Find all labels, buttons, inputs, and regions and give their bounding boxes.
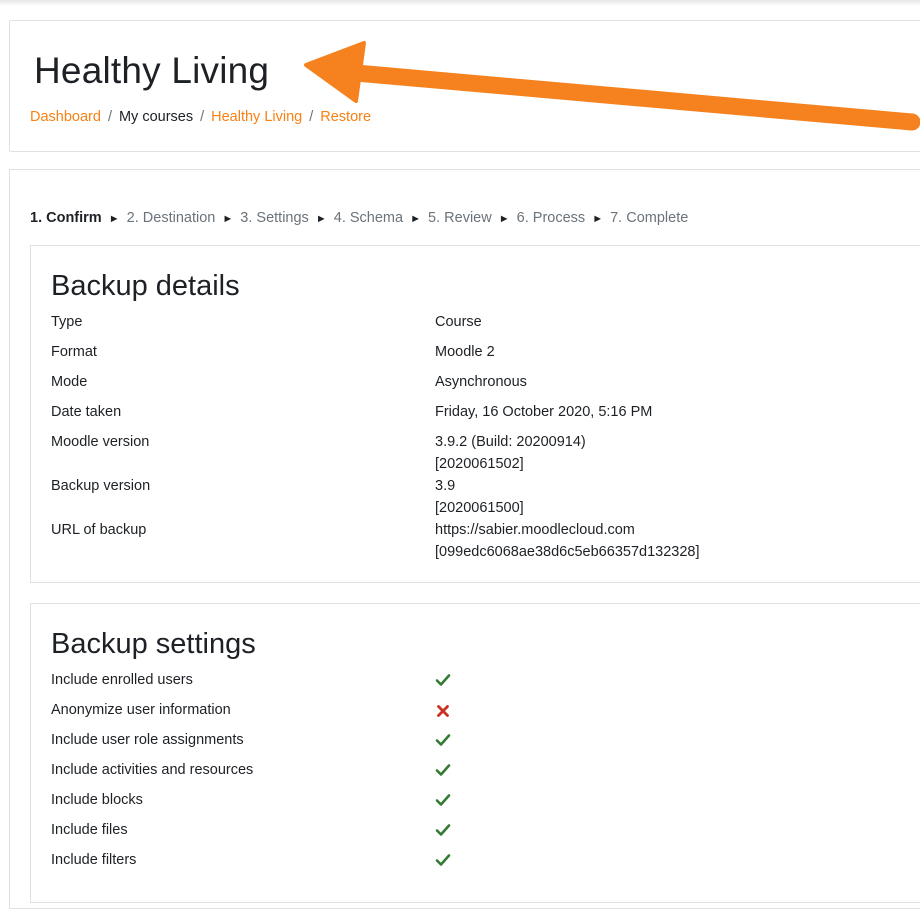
backup-details-heading: Backup details [51, 270, 240, 302]
check-icon [435, 854, 451, 866]
breadcrumb: Dashboard / My courses / Healthy Living / Rest… [30, 109, 371, 125]
breadcrumb-restore[interactable]: Restore [320, 109, 371, 125]
detail-value-url-hash: [099edc6068ae38d6c5eb66357d132328] [435, 544, 700, 560]
step-confirm: 1. Confirm [30, 210, 102, 226]
detail-value-mode: Asynchronous [435, 374, 527, 390]
setting-label: Include files [51, 822, 128, 838]
detail-label-format: Format [51, 344, 97, 360]
detail-value-backup-version: 3.9 [435, 478, 456, 494]
breadcrumb-my-courses: My courses [118, 109, 194, 125]
detail-value-moodle-version-code: [2020061502] [435, 456, 524, 472]
page-title: Healthy Living [34, 50, 270, 91]
step-complete: 7. Complete [610, 210, 689, 226]
step-arrow-icon: ► [222, 213, 234, 225]
step-arrow-icon: ► [498, 213, 510, 225]
setting-label: Include filters [51, 852, 137, 868]
step-settings: 3. Settings [240, 210, 309, 226]
backup-settings-heading: Backup settings [51, 628, 256, 660]
detail-value-url: https://sabier.moodlecloud.com [435, 522, 635, 538]
detail-value-format: Moodle 2 [435, 344, 495, 360]
check-icon [435, 734, 451, 746]
check-icon [435, 794, 451, 806]
restore-stepper: 1. Confirm ► 2. Destination ► 3. Setting… [30, 210, 688, 226]
setting-label: Include activities and resources [51, 762, 254, 778]
breadcrumb-separator: / [309, 109, 314, 125]
backup-settings-section: Backup settings Include enrolled users A… [30, 603, 920, 903]
detail-label-date-taken: Date taken [51, 404, 122, 420]
navbar-shadow [0, 0, 920, 6]
detail-value-date-taken: Friday, 16 October 2020, 5:16 PM [435, 404, 653, 420]
step-destination: 2. Destination [126, 210, 216, 226]
detail-label-url: URL of backup [51, 522, 147, 538]
step-arrow-icon: ► [410, 213, 421, 225]
detail-value-type: Course [435, 314, 482, 330]
breadcrumb-dashboard[interactable]: Dashboard [30, 109, 101, 125]
check-icon [435, 674, 451, 686]
detail-label-type: Type [51, 314, 83, 330]
setting-label: Include blocks [51, 792, 143, 808]
backup-details-section: Backup details Type Course Format Moodle… [30, 245, 920, 583]
setting-label: Include user role assignments [51, 732, 244, 748]
step-process: 6. Process [516, 210, 586, 226]
setting-label: Anonymize user information [51, 702, 231, 718]
breadcrumb-separator: / [107, 109, 112, 125]
setting-label: Include enrolled users [51, 672, 193, 688]
step-arrow-icon: ► [108, 213, 120, 225]
step-schema: 4. Schema [333, 210, 404, 226]
step-review: 5. Review [428, 210, 492, 226]
detail-label-backup-version: Backup version [51, 478, 151, 494]
check-icon [435, 764, 451, 776]
breadcrumb-course[interactable]: Healthy Living [211, 109, 302, 125]
check-icon [435, 824, 451, 836]
detail-value-moodle-version: 3.9.2 (Build: 20200914) [435, 434, 586, 450]
cross-icon [437, 705, 449, 717]
step-arrow-icon: ► [315, 213, 327, 225]
detail-label-moodle-version: Moodle version [51, 434, 150, 450]
detail-label-mode: Mode [51, 374, 88, 390]
detail-value-backup-version-code: [2020061500] [435, 500, 524, 516]
step-arrow-icon: ► [592, 213, 604, 225]
breadcrumb-separator: / [200, 109, 205, 125]
